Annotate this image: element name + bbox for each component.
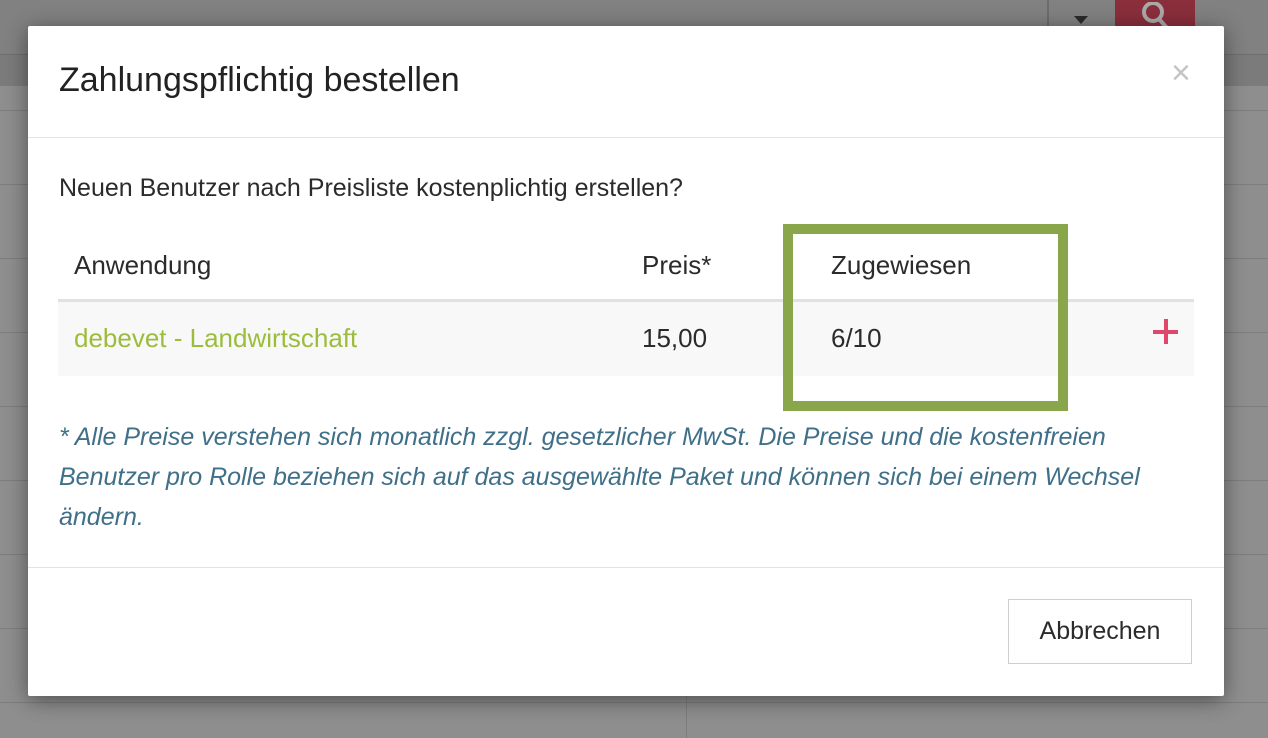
- dialog-title: Zahlungspflichtig bestellen: [59, 61, 460, 99]
- assigned-highlight-box: [783, 224, 1068, 411]
- column-header-application: Anwendung: [74, 250, 212, 280]
- cancel-button[interactable]: Abbrechen: [1008, 599, 1192, 664]
- price-footnote: * Alle Preise verstehen sich monatlich z…: [59, 423, 1140, 531]
- caret-down-icon[interactable]: [1074, 16, 1088, 24]
- close-icon[interactable]: ×: [1171, 56, 1191, 90]
- column-header-price: Preis*: [642, 250, 712, 280]
- plus-icon[interactable]: [1151, 317, 1181, 347]
- dialog-header: Zahlungspflichtig bestellen ×: [28, 26, 1224, 138]
- price-value: 15,00: [642, 323, 708, 353]
- application-name: debevet - Landwirtschaft: [74, 323, 358, 353]
- dialog-question: Neuen Benutzer nach Preisliste kostenpli…: [59, 174, 683, 202]
- background-row-divider: [0, 702, 1268, 703]
- dialog-footer-divider: [28, 567, 1224, 568]
- order-dialog: Zahlungspflichtig bestellen × Neuen Benu…: [28, 26, 1224, 696]
